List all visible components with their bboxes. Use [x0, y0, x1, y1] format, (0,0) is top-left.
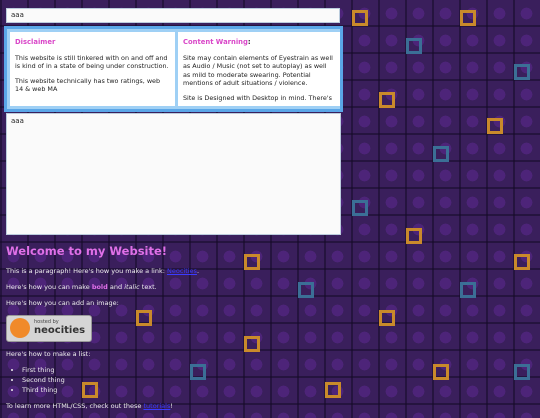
decor-square — [460, 282, 476, 298]
decor-square — [514, 64, 530, 80]
content-warning-text-1: Site may contain elements of Eyestrain a… — [183, 53, 333, 88]
example-list: First thing Second thing Third thing — [6, 366, 346, 394]
decor-square — [433, 146, 449, 162]
decor-square — [352, 200, 368, 216]
disclaimer-text-1: This website is still tinkered with on a… — [15, 53, 169, 71]
bold-text: bold — [91, 283, 108, 291]
disclaimer-title: Disclaimer — [15, 38, 56, 46]
neocities-link[interactable]: Neocities — [167, 267, 197, 275]
decor-square — [460, 10, 476, 26]
main-content: Welcome to my Website! This is a paragra… — [6, 244, 346, 418]
decor-square — [379, 310, 395, 326]
disclaimer-box: Disclaimer This website is still tinkere… — [10, 32, 175, 106]
top-text: aaa — [11, 11, 24, 19]
neocities-cat-icon — [10, 318, 30, 338]
content-warning-text-2: Site is Designed with Desktop in mind. T… — [183, 93, 332, 102]
decor-square — [352, 10, 368, 26]
decor-square — [514, 364, 530, 380]
decor-square — [379, 92, 395, 108]
badge-neocities: neocities — [34, 325, 86, 336]
paragraph-list: Here's how to make a list: — [6, 350, 91, 358]
page-title: Welcome to my Website! — [6, 244, 168, 258]
paragraph-bold-italic: Here's how you can make bold and italic … — [6, 283, 157, 291]
paragraph-image: Here's how you can add an image: — [6, 299, 119, 307]
tutorials-link[interactable]: tutorials — [143, 402, 170, 410]
list-item: First thing — [22, 366, 346, 374]
content-warning-box: Content Warning: Site may contain elemen… — [178, 32, 340, 106]
list-item: Second thing — [22, 376, 346, 384]
content-warning-title: Content Warning — [183, 38, 248, 46]
content-warning-heading: Content Warning: — [183, 38, 335, 47]
decor-square — [433, 364, 449, 380]
info-panel: Disclaimer This website is still tinkere… — [4, 26, 343, 112]
neocities-badge[interactable]: hosted by neocities — [6, 315, 92, 342]
decor-square — [487, 118, 503, 134]
top-text-box[interactable]: aaa — [6, 8, 340, 23]
italic-text: italic — [124, 283, 140, 291]
content-warning-colon: : — [247, 38, 251, 46]
decor-square — [406, 38, 422, 54]
decor-square — [406, 228, 422, 244]
list-item: Third thing — [22, 386, 346, 394]
paragraph-link: This is a paragraph! Here's how you make… — [6, 267, 200, 275]
disclaimer-text-2: This website technically has two ratings… — [15, 76, 161, 94]
large-text: aaa — [11, 117, 24, 125]
large-text-box[interactable]: aaa — [6, 113, 341, 235]
paragraph-tutorials: To learn more HTML/CSS, check out these … — [6, 402, 173, 410]
decor-square — [514, 254, 530, 270]
